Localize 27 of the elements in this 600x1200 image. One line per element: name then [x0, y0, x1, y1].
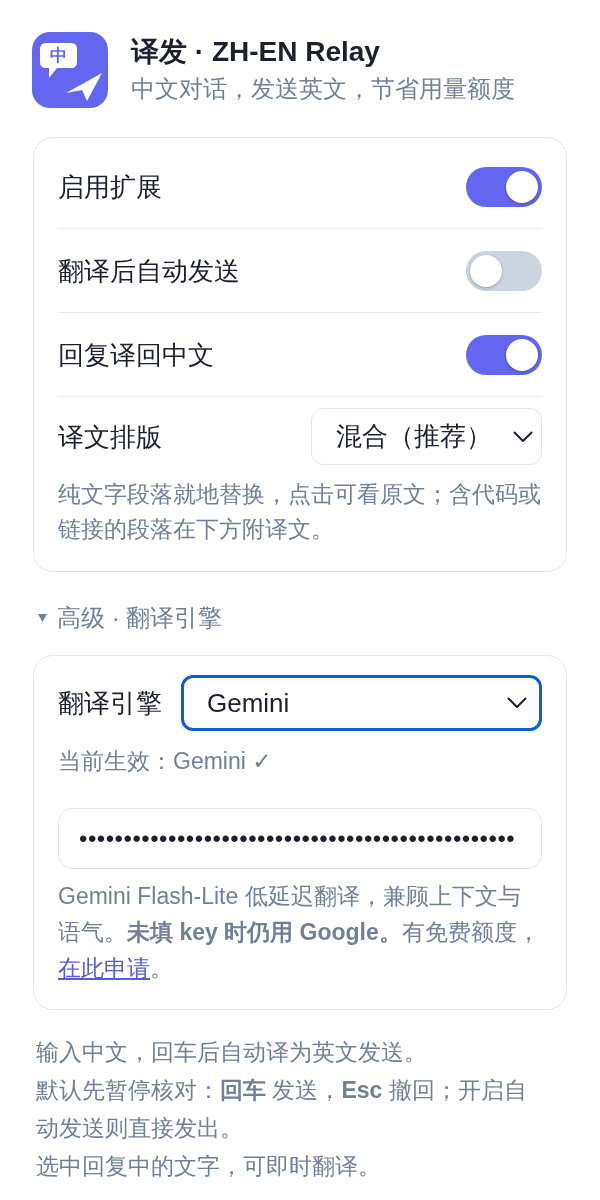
- setting-label: 翻译后自动发送: [58, 254, 240, 288]
- usage-note: 默认先暂停核对：回车 发送，Esc 撤回；开启自动发送则直接发出。: [36, 1076, 528, 1143]
- layout-select[interactable]: 混合（推荐）: [311, 408, 542, 465]
- engine-select[interactable]: Gemini: [181, 675, 542, 731]
- chevron-down-icon: [507, 697, 527, 709]
- usage-note: 输入中文，回车后自动译为英文发送。: [36, 1038, 428, 1067]
- settings-hint: 纯文字段落就地替换，点击可看原文；含代码或链接的段落在下方附译文。: [58, 480, 542, 544]
- apply-link[interactable]: 在此申请: [58, 955, 150, 981]
- toggle-switch[interactable]: [466, 334, 542, 375]
- engine-status: 当前生效：Gemini ✓: [58, 747, 273, 776]
- usage-note: 选中回复中的文字，可即时翻译。: [36, 1152, 382, 1181]
- logo-character: 中: [50, 47, 67, 64]
- setting-label: 回复译回中文: [58, 338, 214, 372]
- setting-label: 启用扩展: [58, 170, 162, 204]
- toggle-switch[interactable]: [466, 166, 542, 207]
- engine-description: Gemini Flash-Lite 低延迟翻译，兼顾上下文与语气。未填 key 时仍用 Google。有免费额度， 在此申请。: [58, 882, 541, 983]
- engine-label: 翻译引擎: [58, 687, 162, 720]
- disclosure-triangle-icon: [38, 614, 47, 622]
- app-title: 译发 · ZH-EN Relay: [131, 35, 381, 69]
- app-subtitle: 中文对话，发送英文，节省用量额度: [131, 74, 515, 104]
- advanced-section-toggle[interactable]: 高级 · 翻译引擎: [32, 600, 223, 636]
- chevron-down-icon: [513, 430, 533, 443]
- api-key-field[interactable]: •••••••••••••••••••••••••••••••••••••••••••••••••: [58, 808, 542, 869]
- paper-plane-icon: [66, 73, 102, 101]
- toggle-switch[interactable]: [466, 250, 542, 291]
- speech-bubble-icon: [40, 43, 77, 78]
- setting-label: 译文排版: [58, 420, 162, 454]
